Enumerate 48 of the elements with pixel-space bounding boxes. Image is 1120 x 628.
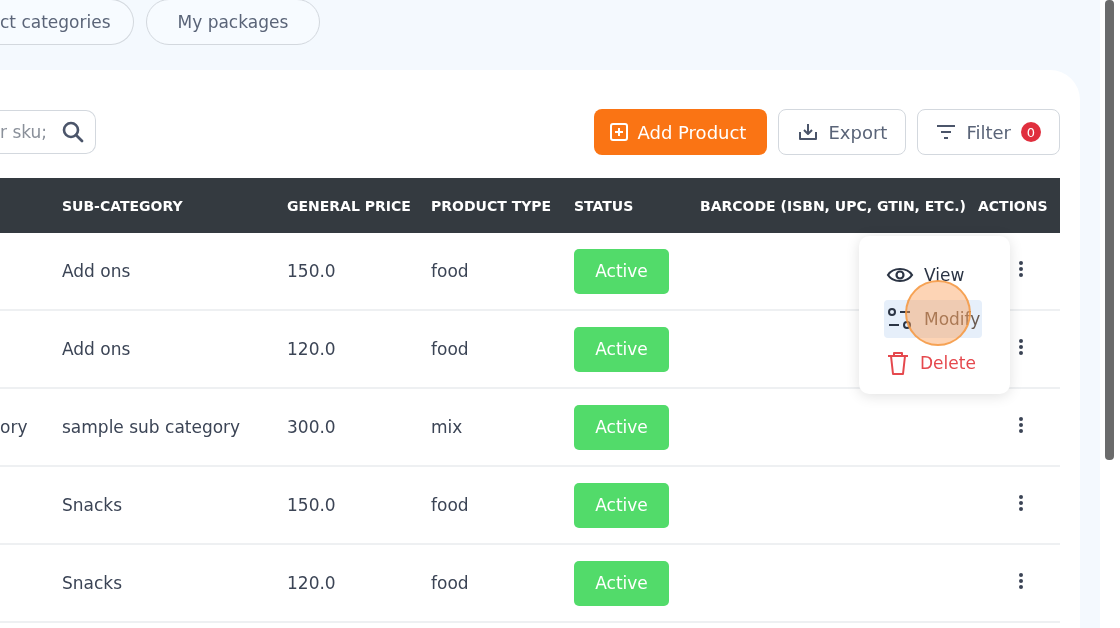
table-cell: Snacks bbox=[62, 495, 123, 515]
table-cell: 120.0 bbox=[287, 573, 336, 593]
column-header: PRODUCT TYPE bbox=[431, 197, 553, 214]
table-cell: food bbox=[431, 261, 469, 281]
menu-item[interactable]: View bbox=[884, 256, 967, 294]
table-cell: 300.0 bbox=[287, 417, 336, 437]
table-cell: mix bbox=[431, 417, 463, 437]
column-header: GENERAL PRICE bbox=[287, 197, 412, 214]
status-badge: Active bbox=[574, 248, 669, 294]
search-field[interactable]: r sku; bbox=[0, 110, 96, 154]
tab[interactable]: My packages bbox=[145, 0, 321, 45]
table-cell: ory bbox=[0, 417, 28, 437]
column-header: BARCODE (ISBN, UPC, GTIN, ETC.) bbox=[700, 197, 967, 214]
more-icon[interactable] bbox=[1018, 338, 1024, 356]
tab[interactable]: ct categories bbox=[0, 0, 134, 45]
table-cell: sample sub category bbox=[62, 417, 241, 437]
table-cell: food bbox=[431, 573, 469, 593]
trash-icon bbox=[886, 350, 910, 376]
plus-square-icon bbox=[609, 123, 628, 141]
filter-icon bbox=[936, 124, 957, 140]
more-icon[interactable] bbox=[1018, 572, 1024, 590]
table-cell: food bbox=[431, 339, 469, 359]
scrollbar-thumb[interactable] bbox=[1105, 0, 1114, 460]
filter-button[interactable]: Filter 0 bbox=[917, 109, 1060, 155]
status-badge: Active bbox=[574, 326, 669, 372]
table-cell: food bbox=[431, 495, 469, 515]
table-cell: Add ons bbox=[62, 339, 131, 359]
column-header: SUB-CATEGORY bbox=[62, 197, 184, 214]
menu-item[interactable]: Delete bbox=[884, 344, 978, 382]
column-header: ACTIONS bbox=[978, 197, 1049, 214]
eye-icon bbox=[886, 265, 914, 285]
table-cell: Add ons bbox=[62, 261, 131, 281]
table-cell: 150.0 bbox=[287, 261, 336, 281]
table-cell: 150.0 bbox=[287, 495, 336, 515]
status-badge: Active bbox=[574, 482, 669, 528]
search-icon[interactable] bbox=[62, 121, 84, 143]
table-cell: Snacks bbox=[62, 573, 123, 593]
download-icon bbox=[796, 122, 819, 142]
status-badge: Active bbox=[574, 404, 669, 450]
filter-count-badge: 0 bbox=[1021, 122, 1041, 142]
more-icon[interactable] bbox=[1018, 494, 1024, 512]
column-header: STATUS bbox=[574, 197, 635, 214]
sliders-icon bbox=[886, 307, 914, 331]
more-icon[interactable] bbox=[1018, 416, 1024, 434]
export-button[interactable]: Export bbox=[777, 109, 907, 155]
status-badge: Active bbox=[574, 560, 669, 606]
more-icon[interactable] bbox=[1018, 260, 1024, 278]
table-cell: 120.0 bbox=[287, 339, 336, 359]
